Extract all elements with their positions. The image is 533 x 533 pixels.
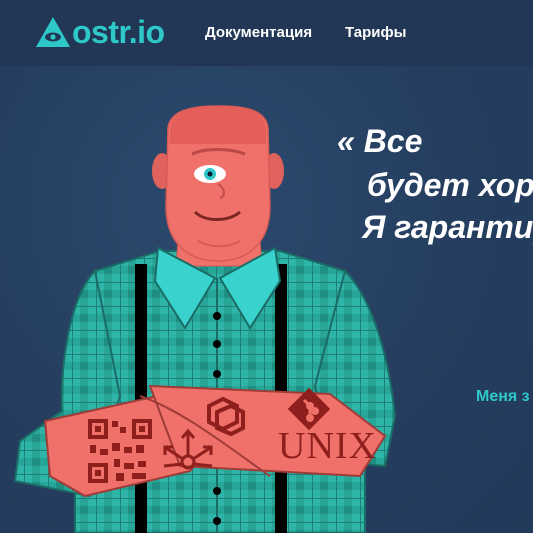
hero-quote-line-2: будет хор	[367, 167, 533, 203]
nav-link-docs[interactable]: Документация	[205, 24, 312, 41]
eye-pyramid-logo-icon	[36, 17, 70, 47]
hero-quote-line-1: « Все	[337, 123, 423, 159]
unix-tattoo-text: UNIX	[278, 425, 377, 467]
top-navbar: ostr.io Документация Тарифы	[0, 0, 533, 66]
qr-code-icon	[88, 419, 152, 483]
logo-link[interactable]: ostr.io	[35, 14, 165, 50]
hero-subtitle: Меня з	[476, 388, 530, 405]
cyclops-man-illustration	[13, 105, 397, 533]
hero-section: UNIX « Все будет хор Я гарантир Меня з	[0, 66, 533, 533]
puzzle-logo-icon	[207, 396, 245, 437]
hero-quote-line-3: Я гарантир	[362, 209, 533, 245]
nav-link-prices[interactable]: Тарифы	[345, 24, 406, 41]
logo-text: ostr.io	[72, 14, 165, 50]
